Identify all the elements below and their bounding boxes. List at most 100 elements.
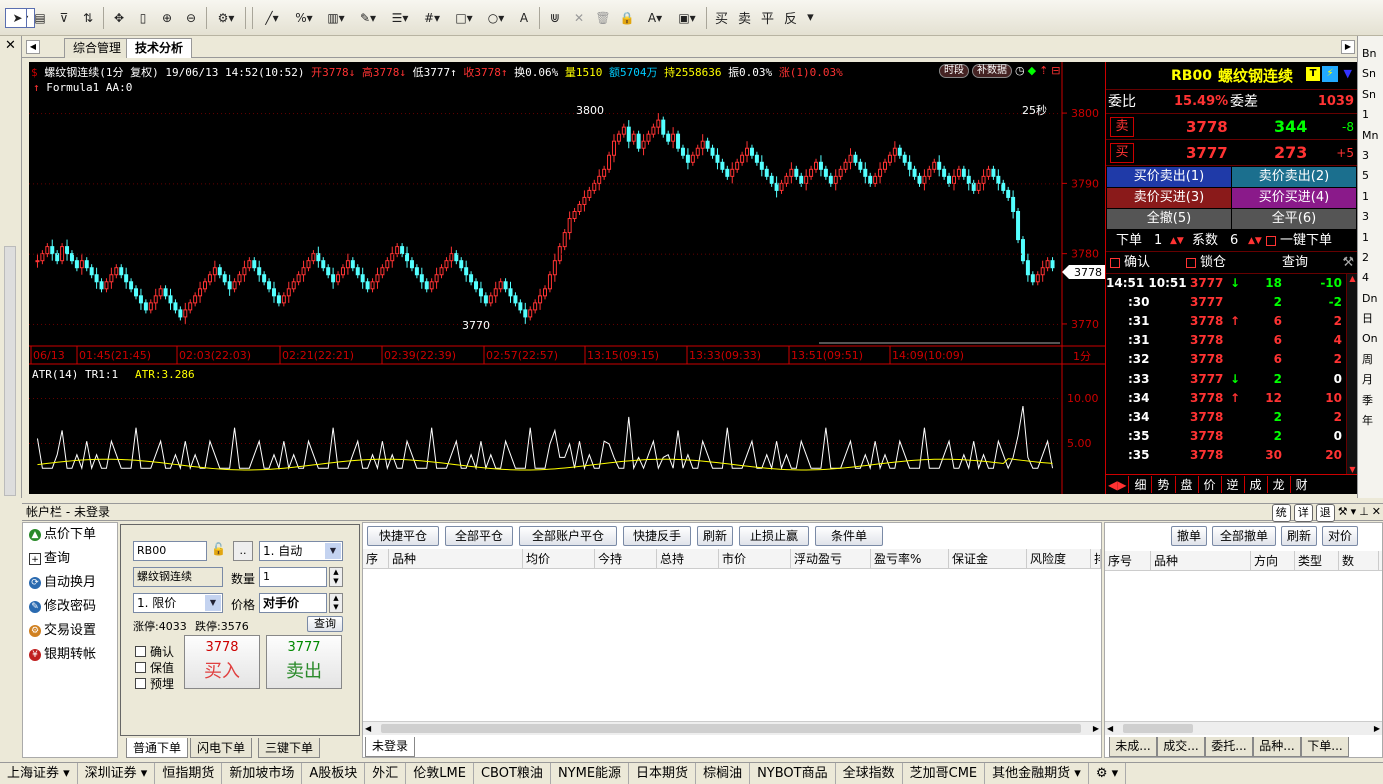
column-header[interactable]: 今持	[595, 549, 657, 569]
order-action-button[interactable]: 全部撤单	[1212, 526, 1276, 546]
column-header[interactable]: 序	[363, 549, 389, 569]
up-arrow-icon[interactable]: ⇡	[1039, 64, 1048, 78]
checkbox-box[interactable]	[135, 678, 146, 689]
column-header[interactable]: 序号	[1105, 551, 1151, 571]
quote-tab[interactable]: 成	[1243, 476, 1267, 493]
fill-data-button[interactable]: 补数据	[972, 64, 1012, 78]
close-panel-icon[interactable]: ✕	[0, 38, 21, 53]
green-diamond-icon[interactable]: ◆	[1028, 64, 1036, 78]
mode-select[interactable]: 1. 自动 ▼	[259, 541, 343, 561]
chevron-down-icon[interactable]: ▼	[325, 543, 341, 559]
tab-normal-order[interactable]: 普通下单	[126, 738, 189, 758]
period-shortcut[interactable]: Sn	[1358, 64, 1383, 84]
reverse-text-button[interactable]: 反	[779, 8, 802, 27]
cursor-icon[interactable]: ➤	[5, 7, 27, 28]
period-button[interactable]: 时段	[939, 64, 969, 78]
buy-price-sell-button[interactable]: 买价卖出(1)	[1107, 167, 1231, 187]
swap-icon[interactable]: ⇅	[77, 6, 99, 30]
magnet-icon[interactable]: ⋓	[544, 6, 566, 30]
market-tab[interactable]: 恒指期货	[155, 763, 223, 784]
chevron-down-icon[interactable]: ▼	[205, 595, 221, 611]
period-shortcut[interactable]: Bn	[1358, 44, 1383, 64]
circle-icon[interactable]: ○▾	[481, 6, 511, 30]
price-input[interactable]: 对手价	[259, 593, 327, 613]
period-shortcut[interactable]: 5	[1358, 166, 1383, 186]
market-tab[interactable]: CBOT粮油	[474, 763, 551, 784]
preorder-checkbox[interactable]: 预埋	[135, 675, 174, 692]
period-shortcut[interactable]: Dn	[1358, 289, 1383, 309]
order-tab[interactable]: 未成...	[1109, 737, 1157, 757]
sell-price-buy-button[interactable]: 卖价买进(3)	[1107, 188, 1231, 208]
period-shortcut[interactable]: Mn	[1358, 126, 1383, 146]
confirm-checkbox[interactable]	[1110, 258, 1120, 268]
sell-button[interactable]: 3777 卖出	[266, 635, 342, 689]
scroll-up-icon[interactable]: ▲	[1347, 274, 1357, 283]
lock-checkbox[interactable]	[1186, 258, 1196, 268]
bars-icon[interactable]: ▥▾	[321, 6, 351, 30]
confirm-checkbox[interactable]: 确认	[135, 643, 174, 660]
coef-spin-icon[interactable]: ▲▼	[1248, 230, 1262, 252]
menu-bank-transfer[interactable]: ¥ 银期转帐	[23, 643, 117, 667]
zoom-in-icon[interactable]: ⊕	[156, 6, 178, 30]
line-icon[interactable]: ╱▾	[257, 6, 287, 30]
exit-button[interactable]: 退	[1315, 504, 1335, 522]
ellipsis-button[interactable]: ..	[233, 541, 253, 561]
left-scrollbar[interactable]	[4, 246, 16, 496]
filter-icon[interactable]: ⊽	[53, 6, 75, 30]
coef-value[interactable]: 6	[1230, 230, 1238, 252]
move-icon[interactable]: ✥	[108, 6, 130, 30]
pen-icon[interactable]: ✎▾	[353, 6, 383, 30]
ruler-icon[interactable]: ▯	[132, 6, 154, 30]
period-shortcut[interactable]: Sn	[1358, 85, 1383, 105]
market-tab[interactable]: NYBOT商品	[750, 763, 836, 784]
market-tab[interactable]: 外汇	[365, 763, 407, 784]
stats-button[interactable]: 统	[1271, 504, 1291, 522]
position-action-button[interactable]: 刷新	[697, 526, 733, 546]
quote-tab[interactable]: 价	[1197, 476, 1221, 493]
period-shortcut[interactable]: 1	[1358, 105, 1383, 125]
position-action-button[interactable]: 快捷反手	[623, 526, 691, 546]
buy-price-buy-button[interactable]: 买价买进(4)	[1232, 188, 1356, 208]
order-action-button[interactable]: 撤单	[1171, 526, 1207, 546]
sell-price-sell-button[interactable]: 卖价卖出(2)	[1232, 167, 1356, 187]
more-icon[interactable]: ⊟	[1051, 64, 1060, 78]
column-header[interactable]: 盈亏率%	[871, 549, 949, 569]
positions-hscrollbar[interactable]: ◀ ▶	[363, 721, 1101, 735]
market-tab[interactable]: 上海证券 ▾	[0, 763, 78, 784]
qty-spinner[interactable]: ▲ ▼	[329, 567, 343, 587]
tab-overview[interactable]: 综合管理	[64, 38, 131, 58]
market-tab[interactable]: 芝加哥CME	[903, 763, 986, 784]
column-header[interactable]: 排	[1091, 549, 1101, 569]
gear-icon[interactable]: ⚙▾	[211, 6, 241, 30]
period-shortcut[interactable]: On	[1358, 329, 1383, 349]
tab-scroll-left-icon[interactable]: ◀	[26, 40, 40, 54]
rect-icon[interactable]: □▾	[449, 6, 479, 30]
column-header[interactable]: 风险度	[1027, 549, 1091, 569]
column-header[interactable]: 保证金	[949, 549, 1027, 569]
sell-text-button[interactable]: 卖	[733, 8, 756, 27]
column-header[interactable]: 品种	[389, 549, 523, 569]
zoom-out-icon[interactable]: ⊖	[180, 6, 202, 30]
order-qty[interactable]: 1	[1154, 230, 1162, 252]
scroll-down-icon[interactable]: ▼	[1347, 465, 1357, 474]
period-shortcut[interactable]: 季	[1358, 391, 1383, 411]
percent-icon[interactable]: %▾	[289, 6, 319, 30]
cancel-all-button[interactable]: 全撤(5)	[1107, 209, 1231, 229]
buy-button[interactable]: 3778 买入	[184, 635, 260, 689]
candlestick-chart[interactable]: 3800379037803770 06/13 01:45(21:45) 02:03(…	[29, 62, 1105, 494]
grid-icon[interactable]: #▾	[417, 6, 447, 30]
period-shortcut[interactable]: 日	[1358, 309, 1383, 329]
column-header[interactable]: 市价	[719, 549, 791, 569]
order-tab[interactable]: 委托...	[1205, 737, 1253, 757]
checkbox-box[interactable]	[135, 646, 146, 657]
scroll-right-icon[interactable]: ▶	[1374, 722, 1380, 735]
close-icon[interactable]: ✕	[568, 6, 590, 30]
buy-text-button[interactable]: 买	[710, 8, 733, 27]
market-tab[interactable]: 深圳证券 ▾	[78, 763, 156, 784]
gear-icon[interactable]: ⚙ ▾	[1089, 763, 1127, 784]
order-action-button[interactable]: 刷新	[1281, 526, 1317, 546]
menu-trade-settings[interactable]: ⚙ 交易设置	[23, 619, 117, 643]
tools-icon[interactable]: ⚒	[1342, 252, 1354, 274]
period-shortcut[interactable]: 1	[1358, 187, 1383, 207]
quote-tab[interactable]: 盘	[1174, 476, 1198, 493]
